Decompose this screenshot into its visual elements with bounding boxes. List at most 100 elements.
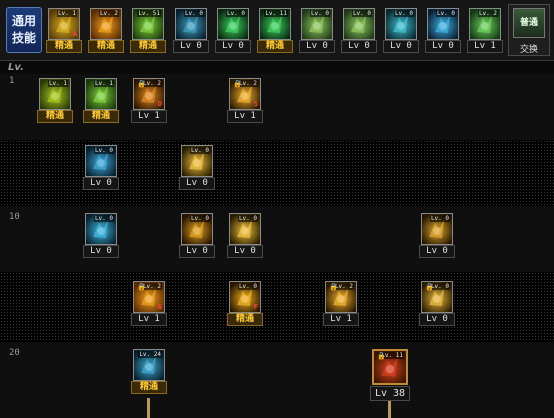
row-level-label: 1 (9, 76, 15, 86)
skill-level-tag: Lv. 0 (351, 10, 372, 17)
quickbar-slot-10[interactable]: Lv. 0 Lv 0 (424, 7, 462, 55)
skill-fire-pillar-node[interactable]: Lv. 2 🔒 G Lv 1 (130, 280, 168, 328)
skill-level-tag: Lv. 0 (237, 215, 258, 222)
level-header: Lv. (8, 62, 24, 73)
winged-orb-icon: Lv. 0 (175, 8, 207, 40)
row-level-label: 10 (9, 212, 20, 222)
skill-level-tag: Lv. 0 (189, 147, 210, 154)
quickbar-slot-1[interactable]: Lv. 1 A 精通 (45, 7, 83, 55)
lock-icon: 🔒 (329, 283, 338, 291)
skill-cyan-hand-node[interactable]: Lv. 0 Lv 0 (82, 144, 120, 192)
quickbar-slot-2[interactable]: Lv. 2 精通 (87, 7, 125, 55)
cyan-hand-icon: Lv. 0 (85, 145, 117, 177)
skill-level-tag: Lv. 0 (435, 10, 456, 17)
skill-level-tag: Lv. 0 (429, 215, 450, 222)
lock-icon: 🔒 (425, 283, 434, 291)
cyan-body-icon: Lv. 0 (427, 8, 459, 40)
cyan-strike-icon: Lv. 0 (85, 213, 117, 245)
skill-fire-orb-node[interactable]: Lv. 2 🔒 Lv 1 (322, 280, 360, 328)
skill-cyan-fist-node[interactable]: Lv. 24 精通 (130, 348, 168, 396)
fire-dash-icon: Lv. 0 F (229, 281, 261, 313)
mastered-label: 精通 (46, 40, 82, 53)
skill-grade-mark: G (157, 303, 162, 311)
swap-label: 交换 (519, 45, 538, 55)
skill-cyan-strike-node[interactable]: Lv. 0 Lv 0 (82, 212, 120, 260)
skill-level-label: Lv 0 (227, 245, 263, 258)
skill-flame-slash-s-node[interactable]: Lv. 2 🔒 S Lv 1 (226, 77, 264, 125)
skill-level-label: Lv 1 (323, 313, 359, 326)
skill-gold-burst-node[interactable]: Lv. 0 Lv 0 (226, 212, 264, 260)
general-skills-tab[interactable]: 通用 技能 (6, 7, 42, 53)
flame-slash-icon: Lv. 2 🔒 D (133, 78, 165, 110)
cyan-disc-icon: Lv. 0 (385, 8, 417, 40)
skill-level-tag: Lv. 2 (477, 10, 498, 17)
skill-gold-beast-node[interactable]: Lv. 0 Lv 0 (418, 212, 456, 260)
gold-claw-icon: Lv. 0 (181, 213, 213, 245)
skill-tablet-node[interactable]: Lv. 1 精通 (82, 77, 120, 125)
quickbar-slot-9[interactable]: Lv. 0 Lv 0 (382, 7, 420, 55)
skill-level-tag: Lv. 0 (189, 215, 210, 222)
skill-grade-mark: D (157, 100, 162, 108)
skill-grade-mark: A (72, 30, 77, 38)
scroll-icon: Lv. 1 (39, 78, 71, 110)
skill-fire-dash-node[interactable]: Lv. 0 F 精通 (226, 280, 264, 328)
skill-gold-claw-node[interactable]: Lv. 0 Lv 0 (178, 212, 216, 260)
mastered-label: 精通 (131, 381, 167, 394)
skill-ultimate-node[interactable]: Lv. 11 🔒 Lv 38 (369, 348, 411, 404)
swap-icon: 普通 (513, 8, 545, 38)
quickbar-slot-5[interactable]: Lv. 0 Lv 0 (214, 7, 252, 55)
skill-level-label: Lv 0 (425, 40, 461, 53)
skill-level-tag: Lv. 0 (237, 283, 258, 290)
quickbar-slot-6[interactable]: Lv. 11 精通 (256, 7, 294, 55)
green-figure-icon: Lv. 0 (301, 8, 333, 40)
skill-level-tag: Lv. 1 (47, 80, 68, 87)
skill-flame-slash-d-node[interactable]: Lv. 2 🔒 D Lv 1 (130, 77, 168, 125)
flame-slash-icon: Lv. 2 🔒 S (229, 78, 261, 110)
tab-label-line2: 技能 (11, 31, 36, 45)
lock-icon: 🔒 (377, 352, 386, 360)
red-gold-awaken-icon: Lv. 11 🔒 (372, 349, 408, 385)
tier-band-5 (0, 342, 554, 418)
skill-level-label: Lv 0 (173, 40, 209, 53)
lock-icon: 🔒 (233, 80, 242, 88)
skill-level-tag: Lv. 0 (309, 10, 330, 17)
cyan-fist-icon: Lv. 24 (133, 349, 165, 381)
skill-scroll-node[interactable]: Lv. 1 精通 (36, 77, 74, 125)
skill-spark-node[interactable]: Lv. 0 Lv 0 (178, 144, 216, 192)
quickbar-slot-11[interactable]: Lv. 2 Lv 1 (466, 7, 504, 55)
lock-icon: 🔒 (137, 80, 146, 88)
skill-gold-crown-node[interactable]: Lv. 0 🔒 Lv 0 (418, 280, 456, 328)
quickbar-slot-8[interactable]: Lv. 0 Lv 0 (340, 7, 378, 55)
skill-level-label: Lv 0 (419, 245, 455, 258)
skill-level-tag: Lv. 0 (93, 147, 114, 154)
quickbar-slot-7[interactable]: Lv. 0 Lv 0 (298, 7, 336, 55)
quickbar-slot-3[interactable]: Lv. 51 精通 (129, 7, 167, 55)
mastered-label: 精通 (83, 110, 119, 123)
row-level-label: 20 (9, 348, 20, 358)
swap-button[interactable]: 普通 交换 (508, 4, 550, 56)
skill-grade-mark: S (253, 100, 258, 108)
skill-grade-mark: F (253, 303, 258, 311)
gold-burst-icon: Lv. 0 (229, 213, 261, 245)
green-figure-icon: Lv. 0 (343, 8, 375, 40)
skill-level-label: Lv 0 (179, 245, 215, 258)
green-target-icon: Lv. 11 (259, 8, 291, 40)
spark-icon: Lv. 0 (181, 145, 213, 177)
skill-level-tag: Lv. 0 (225, 10, 246, 17)
green-rune-icon: Lv. 2 (469, 8, 501, 40)
mastered-label: 精通 (37, 110, 73, 123)
skill-level-tag: Lv. 0 (393, 10, 414, 17)
skill-level-label: Lv 0 (215, 40, 251, 53)
skill-level-tag: Lv. 0 (183, 10, 204, 17)
quickbar-slot-4[interactable]: Lv. 0 Lv 0 (172, 7, 210, 55)
green-tablet-icon: Lv. 1 (85, 78, 117, 110)
skill-level-label: Lv 38 (370, 386, 410, 401)
lock-icon: 🔒 (137, 283, 146, 291)
skill-level-label: Lv 0 (341, 40, 377, 53)
mastered-label: 精通 (88, 40, 124, 53)
gold-beast-icon: Lv. 0 (421, 213, 453, 245)
tree-connector (147, 398, 150, 418)
skill-level-tag: Lv. 1 (93, 80, 114, 87)
scroll-icon: Lv. 1 A (48, 8, 80, 40)
fire-pillar-icon: Lv. 2 🔒 G (133, 281, 165, 313)
